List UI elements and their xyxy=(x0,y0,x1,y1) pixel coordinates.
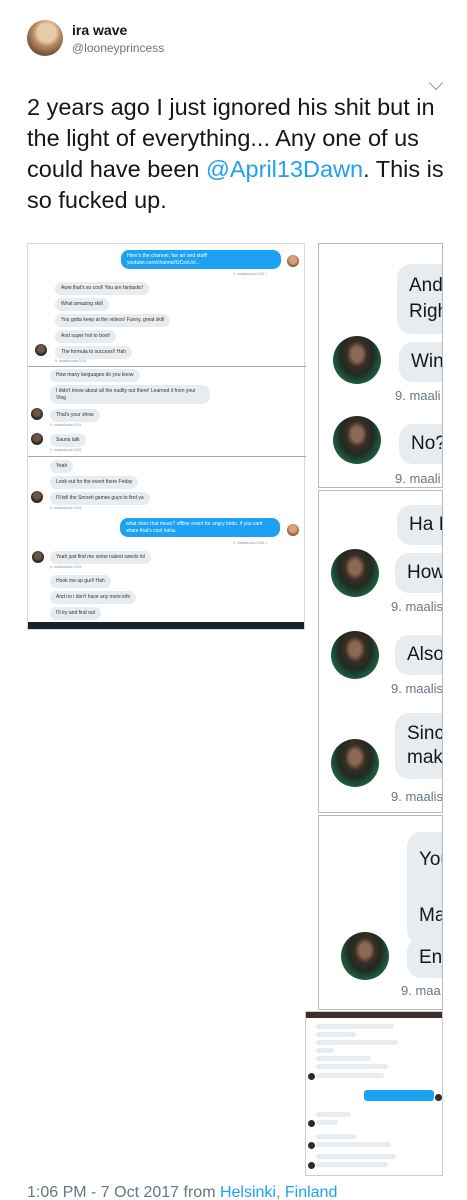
avatar xyxy=(31,433,43,445)
chat-bubble: Look out for the event there Friday xyxy=(50,476,139,489)
chat-bubble-outgoing: what does that mean? offline event for a… xyxy=(120,518,280,537)
timestamp: 9. maaliskuuta 2015 ✓ xyxy=(233,541,269,545)
chat-bubble xyxy=(316,1040,398,1045)
timestamp: 9. maaliskuuta 2015 xyxy=(50,448,82,452)
chat-bubble xyxy=(316,1112,351,1117)
chat-bubble-text: And xyxy=(409,275,443,296)
chat-bubble: Win xyxy=(399,342,442,382)
avatar xyxy=(308,1073,315,1080)
timestamp: 9. maali xyxy=(395,388,441,403)
chevron-down-icon[interactable] xyxy=(428,75,444,91)
chat-bubble: Aww that's so cool! You are fantastic! xyxy=(55,282,150,295)
avatar xyxy=(287,524,299,536)
tweet-timestamp: 1:06 PM - 7 Oct 2017 from Helsinki, Finl… xyxy=(27,1184,337,1200)
chat-bubble xyxy=(316,1120,338,1125)
timestamp: 9. maalis xyxy=(391,599,443,614)
chat-bubble: The formula to success!! Hah xyxy=(55,346,133,359)
chat-bubble: How xyxy=(395,553,442,593)
avatar xyxy=(287,255,299,267)
chat-bubble: Hook me up gurl! Hah xyxy=(50,575,111,588)
timestamp: 9. maaliskuuta 2015 xyxy=(50,506,82,510)
chat-bubble xyxy=(316,1142,391,1147)
chat-bubble: And Righ xyxy=(397,264,443,334)
chat-bubble: Also xyxy=(395,635,442,675)
chat-panel: And Righ Win 9. maali No? 9. maali xyxy=(318,243,443,488)
avatar xyxy=(333,336,381,384)
chat-bubble-text: Righ xyxy=(409,301,442,322)
avatar xyxy=(341,932,389,980)
tweet-time[interactable]: 1:06 PM - 7 Oct 2017 from xyxy=(27,1184,220,1200)
user-handle[interactable]: @looneyprincess xyxy=(72,41,164,55)
chat-bubble-outgoing xyxy=(364,1090,434,1101)
tweet-text: 2 years ago I just ignored his shit but … xyxy=(27,92,445,216)
chat-bubble xyxy=(316,1024,394,1029)
divider xyxy=(28,456,306,457)
avatar xyxy=(308,1162,315,1169)
chat-bubble xyxy=(316,1064,388,1069)
timestamp: 9. maaliskuuta 2015 xyxy=(55,359,87,363)
avatar xyxy=(331,739,379,787)
avatar xyxy=(308,1142,315,1149)
timestamp: 9. maaliskuuta 2015 xyxy=(50,565,82,569)
chat-bubble-text: Sinc xyxy=(407,723,443,744)
user-avatar[interactable] xyxy=(27,20,63,56)
chat-bubble-text: Ma xyxy=(419,905,443,926)
attached-image-2[interactable]: And Righ Win 9. maali No? 9. maali Ha I'… xyxy=(318,243,443,1010)
chat-bubble: I'll try and find out xyxy=(50,607,102,620)
window-top-bar xyxy=(306,1012,442,1018)
timestamp: 9. maali xyxy=(395,471,441,486)
chat-panel: You Ma Enj 9. maa xyxy=(318,815,443,1010)
location-link[interactable]: Helsinki, Finland xyxy=(220,1184,337,1200)
timestamp: 9. maalis xyxy=(391,681,443,696)
chat-bubble: That's your show xyxy=(50,409,100,422)
chat-panel: Ha I' How 9. maalis Also 9. maalis Sinc … xyxy=(318,490,443,813)
chat-bubble: Yeah just find me some naked sweds lol xyxy=(50,551,151,564)
divider xyxy=(28,366,306,367)
avatar xyxy=(308,1120,315,1127)
chat-bubble: How many languages do you know xyxy=(50,369,140,382)
avatar xyxy=(331,631,379,679)
chat-bubble-outgoing: Here's the channel, fan art and stuff! y… xyxy=(121,250,281,269)
avatar xyxy=(31,491,43,503)
avatar xyxy=(32,551,44,563)
chat-bubble: Yeah xyxy=(50,460,74,473)
chat-bubble: You gotta keep at the videos! Funny, gre… xyxy=(55,314,171,327)
chat-bubble xyxy=(316,1162,388,1167)
chat-bubble: And no i don't have any more info xyxy=(50,591,137,604)
chat-bubble: You Ma xyxy=(407,832,443,944)
avatar xyxy=(35,344,47,356)
chat-bubble-text: You xyxy=(419,849,442,870)
chat-bubble xyxy=(316,1032,356,1037)
attached-image-1[interactable]: Here's the channel, fan art and stuff! y… xyxy=(27,243,306,630)
avatar xyxy=(331,549,379,597)
chat-bubble xyxy=(316,1073,384,1078)
chat-bubble xyxy=(316,1056,371,1061)
chat-bubble: I'll tell the Smosh games guys to find y… xyxy=(50,492,150,505)
window-bottom-bar xyxy=(28,622,304,629)
chat-bubble: Enj xyxy=(407,938,442,978)
chat-bubble xyxy=(316,1048,334,1053)
avatar xyxy=(435,1094,442,1101)
chat-bubble: And super hot to boot! xyxy=(55,330,117,343)
chat-bubble xyxy=(316,1134,356,1139)
chat-bubble: I didn't know about all the nudity out t… xyxy=(50,385,210,404)
display-name[interactable]: ira wave xyxy=(72,22,127,38)
avatar xyxy=(31,408,43,420)
chat-bubble: Sauna talk xyxy=(50,434,86,447)
chat-bubble xyxy=(316,1154,396,1159)
chat-bubble-text: mak xyxy=(407,747,443,768)
avatar xyxy=(333,416,381,464)
chat-bubble: Ha I' xyxy=(397,505,442,545)
timestamp: 9. maaliskuuta 2015 xyxy=(50,423,82,427)
chat-bubble: No? xyxy=(399,424,442,464)
timestamp: 9. maa xyxy=(401,983,441,998)
mention-link[interactable]: @April13Dawn xyxy=(206,156,363,182)
timestamp: 9. maaliskuuta 2015 ✓ xyxy=(233,272,269,276)
chat-bubble: Sinc mak xyxy=(395,713,443,779)
timestamp: 9. maalis xyxy=(391,789,443,804)
attached-image-3[interactable] xyxy=(305,1011,443,1176)
chat-bubble: What amazing skill xyxy=(55,298,109,311)
